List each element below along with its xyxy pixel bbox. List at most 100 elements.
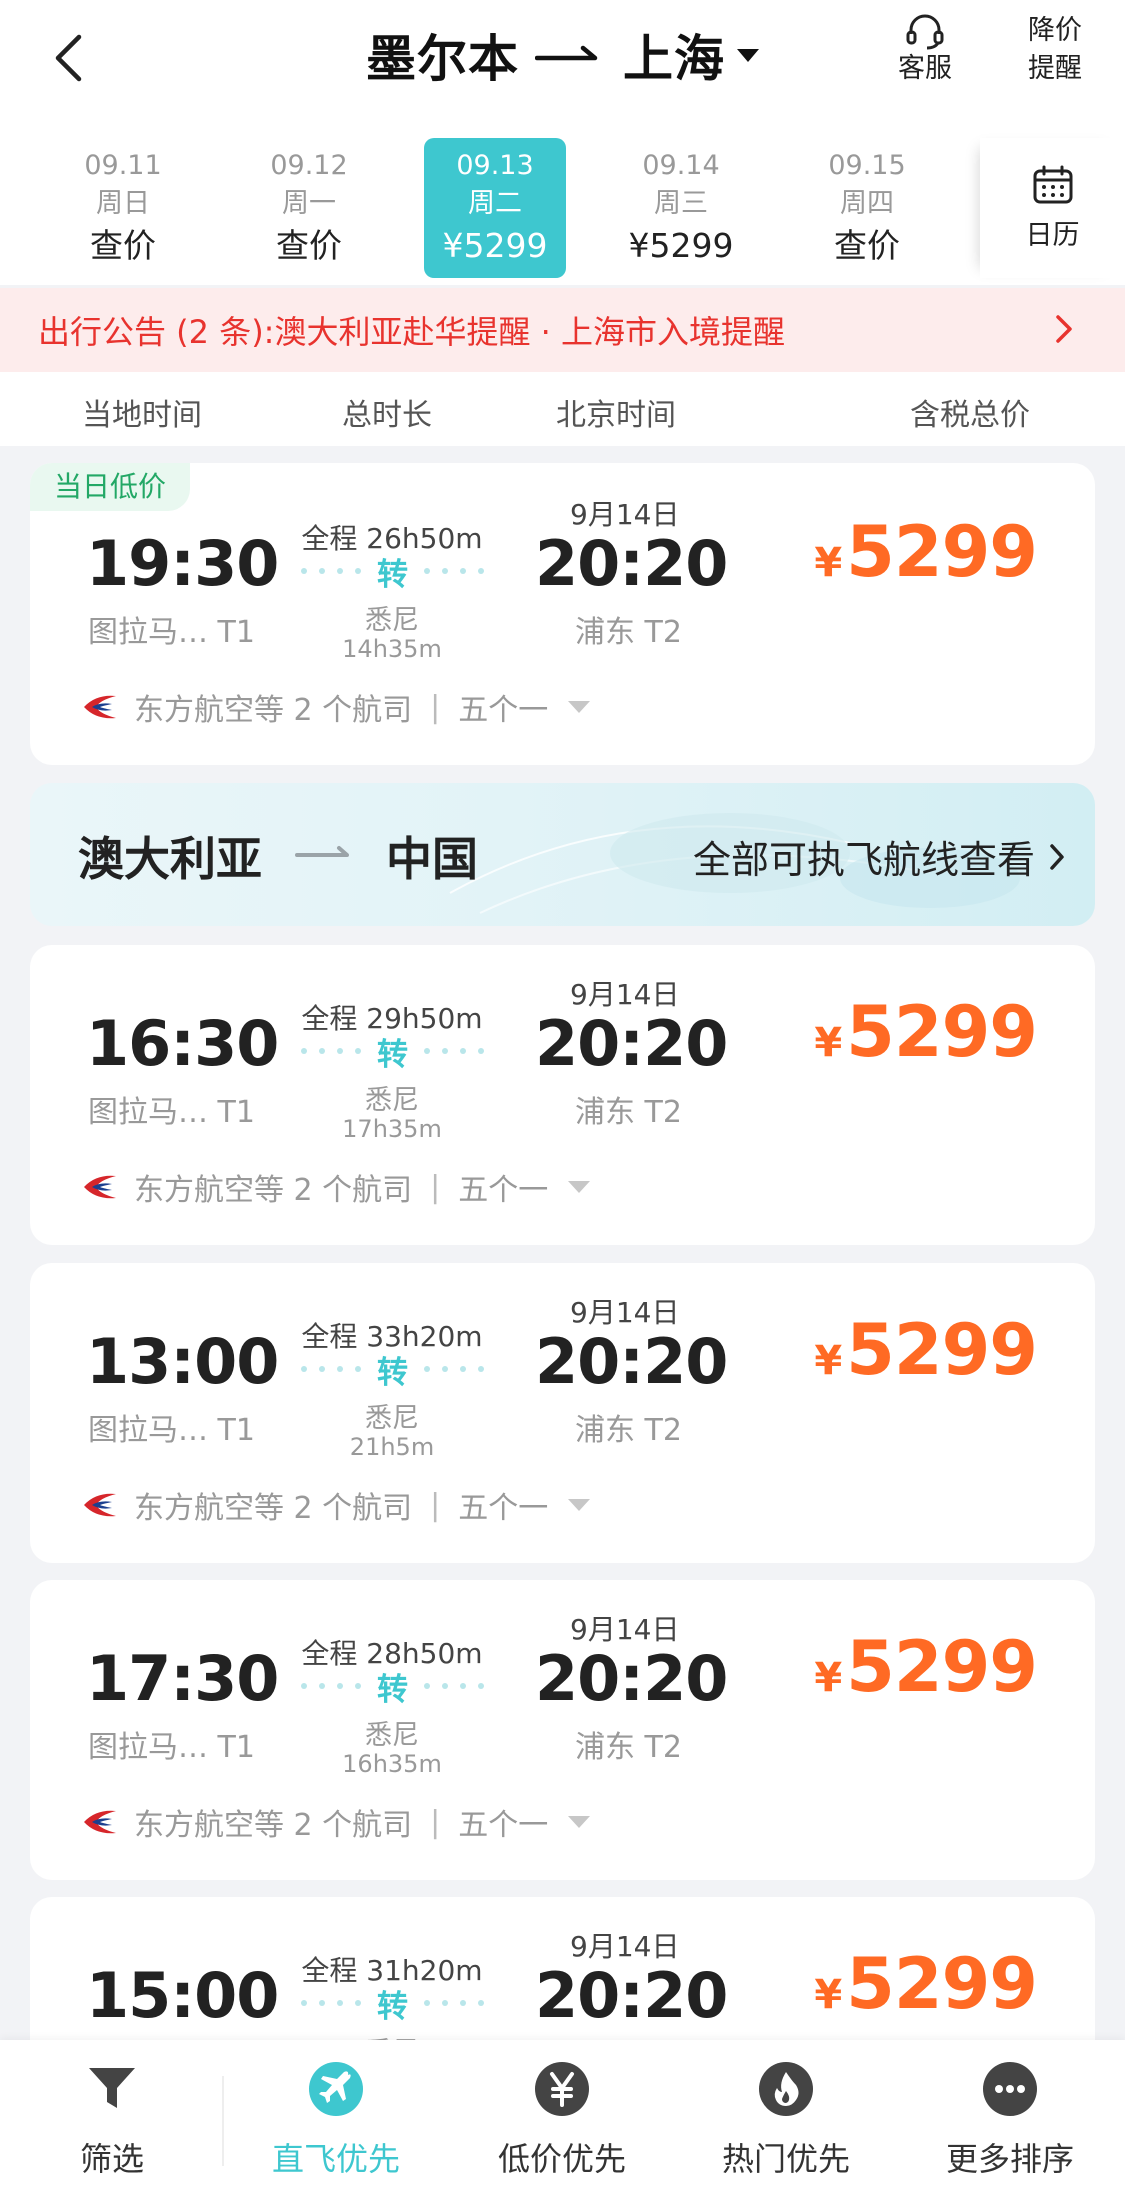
- price-alert-label-2: 提醒: [1028, 53, 1082, 84]
- tab-label: 低价优先: [497, 2140, 626, 2178]
- transfer-indicator: 转: [280, 1666, 505, 1708]
- arrival-time: 20:20: [535, 527, 728, 600]
- transfer-indicator: 转: [280, 1983, 505, 2025]
- dropdown-icon[interactable]: [568, 1499, 591, 1511]
- calendar-icon: [1033, 165, 1072, 203]
- price-alert-button[interactable]: 降价 提醒: [1010, 12, 1100, 102]
- dropdown-icon[interactable]: [568, 1816, 591, 1828]
- dropdown-icon[interactable]: [568, 1181, 591, 1193]
- price-amount: 5299: [846, 1943, 1038, 2025]
- flight-card[interactable]: 9月14日 全程 29h50m 16:30 20:20 转 ¥ 5299 悉尼 …: [30, 945, 1095, 1245]
- arrival-time: 20:20: [535, 1325, 728, 1398]
- currency-symbol: ¥: [814, 1655, 843, 1701]
- destination-city: 上海: [623, 30, 725, 88]
- price-amount: 5299: [846, 511, 1038, 593]
- china-eastern-logo-icon: [82, 1172, 118, 1202]
- transfer-label: 转: [377, 1354, 408, 1391]
- route-dots: [301, 1366, 361, 1372]
- customer-service-label: 客服: [898, 53, 952, 84]
- date-cell[interactable]: 09.12 周一 查价: [238, 138, 380, 278]
- more-icon: [982, 2054, 1038, 2124]
- tab-filter[interactable]: 筛选: [12, 2054, 212, 2194]
- weekday-label: 周四: [840, 188, 894, 219]
- date-label: 09.13: [456, 150, 534, 181]
- airplane-icon: [308, 2054, 364, 2124]
- weekday-label: 周三: [654, 188, 708, 219]
- date-selector: 09.11 周日 查价 09.12 周一 查价 09.13 周二 ¥5299 0…: [0, 120, 1125, 285]
- dropdown-icon[interactable]: [568, 701, 591, 713]
- airline-name: 东方航空等 2 个航司: [134, 1491, 413, 1526]
- china-eastern-logo-icon: [82, 692, 118, 722]
- date-label: 09.12: [270, 150, 348, 181]
- flight-price: ¥ 5299: [814, 1626, 1038, 1708]
- divider: |: [430, 1169, 441, 1205]
- arrival-airport: 浦东 T2: [575, 1730, 682, 1765]
- flight-price: ¥ 5299: [814, 991, 1038, 1073]
- arrival-airport: 浦东 T2: [575, 1413, 682, 1448]
- transfer-city: 悉尼: [365, 605, 419, 636]
- tab-label: 直飞优先: [271, 2140, 400, 2178]
- currency-symbol: ¥: [814, 1972, 843, 2018]
- date-cell[interactable]: 09.14 周三 ¥5299: [610, 138, 752, 278]
- currency-symbol: ¥: [814, 1338, 843, 1384]
- meal-info: 五个一: [458, 1491, 549, 1526]
- route-arrow-icon: [535, 40, 607, 70]
- caret-down-icon: [737, 48, 759, 62]
- flight-price: ¥ 5299: [814, 511, 1038, 593]
- route-dots: [424, 1683, 484, 1689]
- transfer-city: 悉尼: [365, 1720, 419, 1751]
- flight-card[interactable]: 9月14日 全程 28h50m 17:30 20:20 转 ¥ 5299 悉尼 …: [30, 1580, 1095, 1880]
- date-cell[interactable]: 09.11 周日 查价: [52, 138, 194, 278]
- date-label: 09.15: [828, 150, 906, 181]
- transfer-city: 悉尼: [365, 1403, 419, 1434]
- bottom-sort-bar: 筛选 直飞优先 低价优先 热门优先 更多排序: [0, 2040, 1125, 2205]
- notice-text: 出行公告 (2 条):澳大利亚赴华提醒 · 上海市入境提醒: [38, 313, 785, 351]
- total-duration-header[interactable]: 总时长: [342, 390, 432, 434]
- divider: |: [430, 689, 441, 725]
- departure-time: 17:30: [86, 1642, 279, 1715]
- flight-card[interactable]: 9月14日 全程 33h20m 13:00 20:20 转 ¥ 5299 悉尼 …: [30, 1263, 1095, 1563]
- meal-info: 五个一: [458, 1808, 549, 1843]
- currency-symbol: ¥: [814, 1020, 843, 1066]
- tab-label: 热门优先: [721, 2140, 850, 2178]
- flame-icon: [758, 2054, 814, 2124]
- banner-origin-region: 澳大利亚: [78, 832, 262, 886]
- route-dots: [424, 1366, 484, 1372]
- tab-more-sort[interactable]: 更多排序: [910, 2054, 1110, 2194]
- flight-card[interactable]: 当日低价 9月14日 全程 26h50m 19:30 20:20 转 ¥ 529…: [30, 463, 1095, 765]
- departure-airport: 图拉马… T1: [88, 615, 255, 650]
- route-dots: [424, 568, 484, 574]
- arrival-time: 20:20: [535, 1642, 728, 1715]
- price-amount: 5299: [846, 991, 1038, 1073]
- calendar-button[interactable]: 日历: [980, 138, 1125, 278]
- date-price: 查价: [834, 226, 900, 265]
- transfer-label: 转: [377, 1988, 408, 2025]
- customer-service-button[interactable]: 客服: [880, 12, 970, 102]
- arrival-airport: 浦东 T2: [575, 615, 682, 650]
- divider: |: [430, 1487, 441, 1523]
- route-dots: [301, 568, 361, 574]
- beijing-time-header[interactable]: 北京时间: [556, 390, 676, 434]
- airline-name: 东方航空等 2 个航司: [134, 1173, 413, 1208]
- tab-low-price-first[interactable]: 低价优先: [462, 2054, 662, 2194]
- transfer-label: 转: [377, 556, 408, 593]
- local-time-header[interactable]: 当地时间: [82, 390, 202, 434]
- meal-info: 五个一: [458, 1173, 549, 1208]
- tab-popular-first[interactable]: 热门优先: [686, 2054, 886, 2194]
- price-amount: 5299: [846, 1309, 1038, 1391]
- departure-time: 19:30: [86, 527, 279, 600]
- total-price-header[interactable]: 含税总价: [910, 390, 1030, 434]
- origin-city: 墨尔本: [366, 30, 519, 88]
- tab-direct-first[interactable]: 直飞优先: [236, 2054, 436, 2194]
- view-all-routes-label: 全部可执飞航线查看: [692, 838, 1035, 882]
- divider: |: [430, 1804, 441, 1840]
- date-cell-selected[interactable]: 09.13 周二 ¥5299: [424, 138, 566, 278]
- travel-notice-banner[interactable]: 出行公告 (2 条):澳大利亚赴华提醒 · 上海市入境提醒: [0, 288, 1125, 372]
- view-all-routes-link[interactable]: 全部可执飞航线查看: [693, 829, 1065, 884]
- route-arrow-icon: [295, 843, 355, 867]
- flight-price: ¥ 5299: [814, 1309, 1038, 1391]
- route-promo-banner[interactable]: 澳大利亚 中国 全部可执飞航线查看: [30, 783, 1095, 926]
- tab-divider: [222, 2076, 224, 2166]
- departure-time: 13:00: [86, 1325, 279, 1398]
- date-cell[interactable]: 09.15 周四 查价: [796, 138, 938, 278]
